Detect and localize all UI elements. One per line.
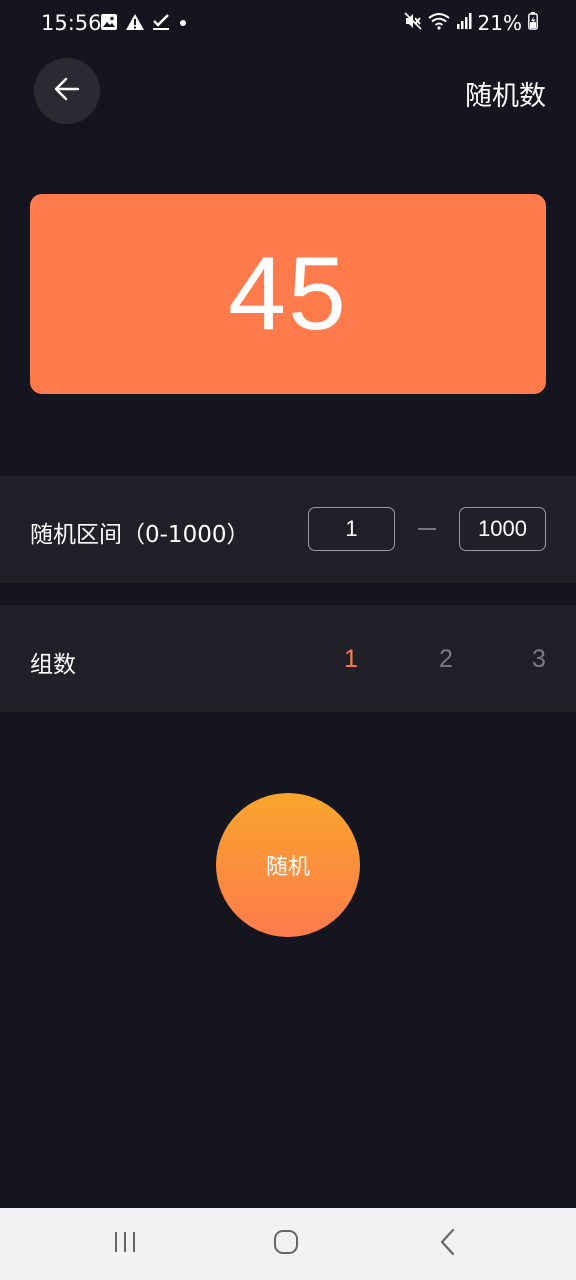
nav-home-button[interactable] xyxy=(266,1226,306,1262)
groups-label: 组数 xyxy=(30,652,76,678)
status-bar: 15:56 21% xyxy=(0,0,576,48)
recents-icon xyxy=(112,1230,138,1258)
range-label: 随机区间（0-1000） xyxy=(30,522,250,548)
status-system-icons: 21% xyxy=(403,11,538,35)
check-icon xyxy=(152,13,170,35)
image-icon xyxy=(100,13,118,35)
group-option-2[interactable]: 2 xyxy=(431,645,461,674)
group-option-3[interactable]: 3 xyxy=(524,645,554,674)
warning-icon xyxy=(125,13,145,35)
back-icon xyxy=(438,1228,458,1260)
dot-icon xyxy=(177,13,189,35)
groups-row: 组数 1 2 3 xyxy=(0,605,576,712)
home-icon xyxy=(273,1229,299,1259)
result-value: 45 xyxy=(228,235,348,352)
signal-icon xyxy=(456,12,472,34)
back-button[interactable] xyxy=(34,58,100,124)
wifi-icon xyxy=(427,12,450,34)
result-card: 45 xyxy=(30,194,546,394)
random-button[interactable]: 随机 xyxy=(216,793,360,937)
range-row: 随机区间（0-1000） xyxy=(0,476,576,583)
nav-back-button[interactable] xyxy=(428,1226,468,1262)
range-separator xyxy=(418,528,436,530)
battery-percent: 21% xyxy=(477,11,522,35)
arrow-left-icon xyxy=(52,74,82,108)
status-time: 15:56 xyxy=(41,11,102,35)
group-option-1[interactable]: 1 xyxy=(336,645,366,674)
status-notification-icons xyxy=(100,13,189,35)
range-max-input[interactable] xyxy=(459,507,546,551)
mute-icon xyxy=(403,12,422,34)
range-min-input[interactable] xyxy=(308,507,395,551)
nav-recents-button[interactable] xyxy=(105,1226,145,1262)
page-title: 随机数 xyxy=(465,81,546,112)
system-nav-bar xyxy=(0,1208,576,1280)
battery-charging-icon xyxy=(528,12,538,34)
random-button-label: 随机 xyxy=(265,855,310,880)
